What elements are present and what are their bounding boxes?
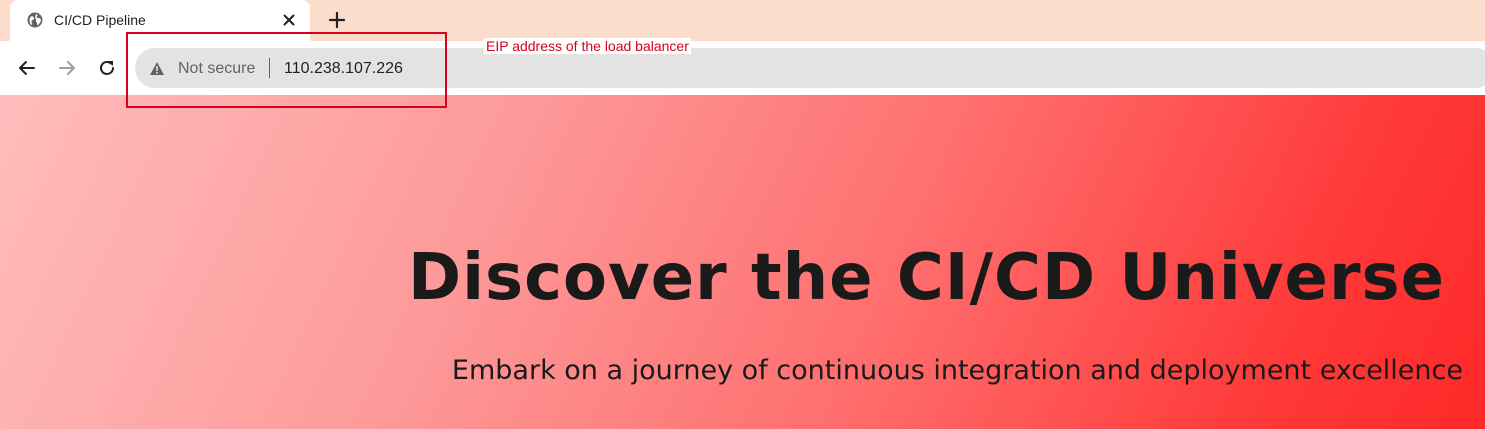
back-arrow-icon[interactable] — [16, 57, 38, 79]
annotation-highlight-box — [126, 32, 447, 108]
close-icon[interactable] — [280, 11, 298, 29]
hero-title: Discover the CI/CD Universe — [407, 241, 1445, 315]
tab-title: CI/CD Pipeline — [54, 12, 146, 28]
page-content: Discover the CI/CD Universe Embark on a … — [0, 95, 1485, 429]
reload-icon[interactable] — [96, 57, 118, 79]
annotation-label: EIP address of the load balancer — [484, 38, 691, 54]
globe-icon — [27, 12, 43, 28]
forward-arrow-icon[interactable] — [56, 57, 78, 79]
hero-subtitle: Embark on a journey of continuous integr… — [451, 355, 1463, 386]
plus-icon[interactable] — [327, 10, 347, 30]
